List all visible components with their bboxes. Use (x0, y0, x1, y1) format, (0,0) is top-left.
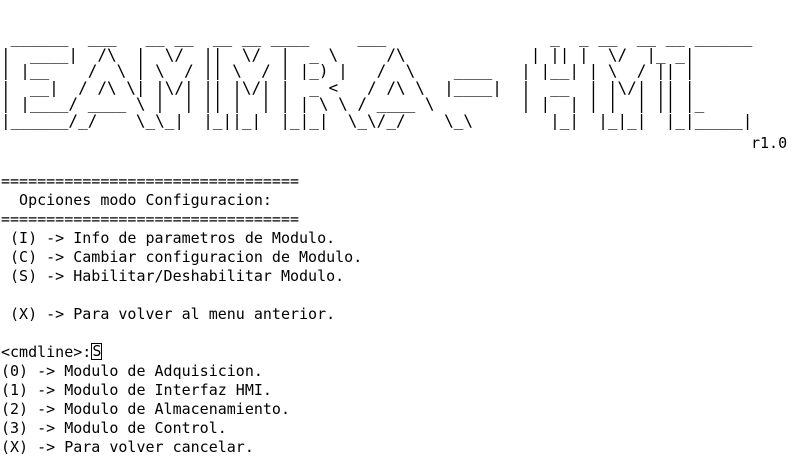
menu-option-change-config: (C) -> Cambiar configuracion de Modulo. (1, 248, 363, 266)
version-label: r1.0 (751, 134, 788, 152)
terminal-output: ================================= Opcion… (1, 172, 809, 457)
module-option-cancel: (X) -> Para volver cancelar. (1, 438, 254, 456)
menu-option-info: (I) -> Info de parametros de Modulo. (1, 229, 336, 247)
module-option-control: (3) -> Modulo de Control. (1, 419, 227, 437)
command-prompt: <cmdline>: (1, 343, 92, 361)
menu-title: Opciones modo Configuracion: (1, 191, 272, 209)
ascii-art-banner: ______ ___ __ __ __ __ ____ ___ _ _ __ _… (1, 28, 753, 130)
module-option-acquisition: (0) -> Modulo de Adquisicion. (1, 362, 263, 380)
module-option-storage: (2) -> Modulo de Almacenamiento. (1, 400, 290, 418)
menu-option-toggle-module: (S) -> Habilitar/Deshabilitar Modulo. (1, 267, 345, 285)
command-line[interactable]: <cmdline>:S (1, 343, 809, 362)
command-input-cursor[interactable]: S (91, 343, 103, 360)
separator-line: ================================= (1, 172, 300, 190)
separator-line: ================================= (1, 210, 300, 228)
module-option-hmi: (1) -> Modulo de Interfaz HMI. (1, 381, 272, 399)
terminal-window: ______ ___ __ __ __ __ ____ ___ _ _ __ _… (1, 28, 809, 130)
menu-option-back: (X) -> Para volver al menu anterior. (1, 305, 336, 323)
